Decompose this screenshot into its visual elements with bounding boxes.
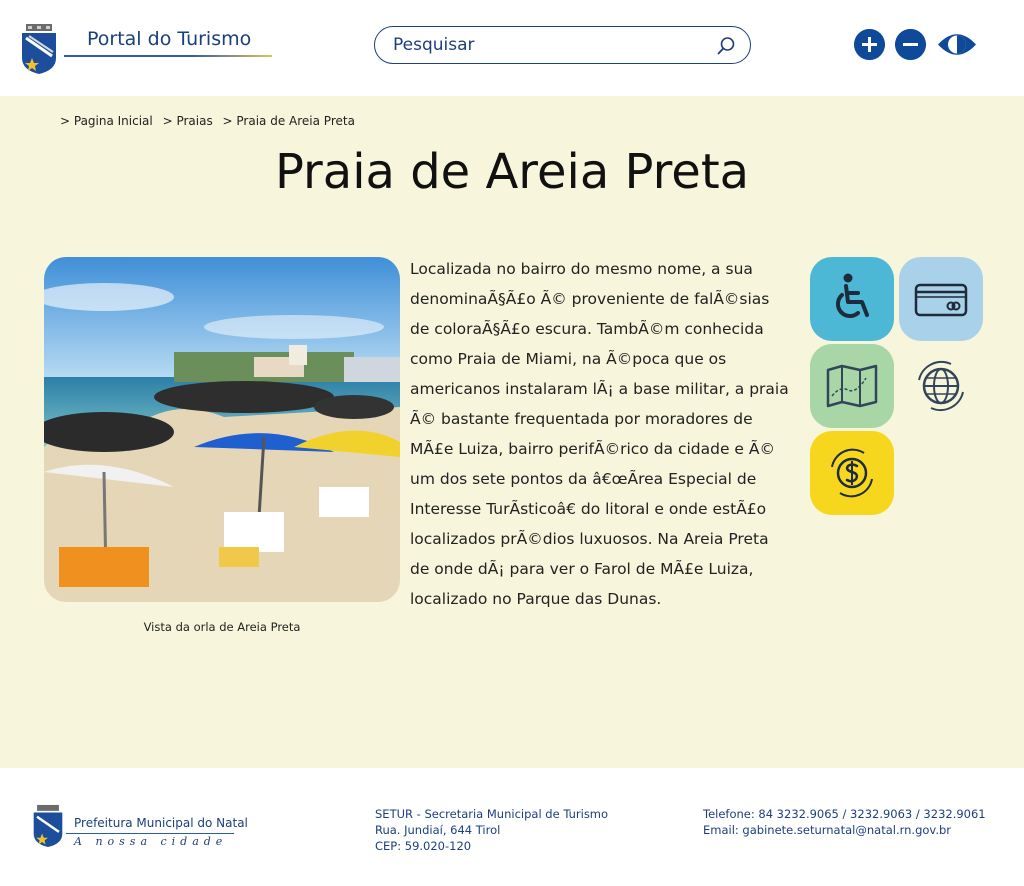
footer-address-line: Rua. Jundiaí, 644 Tirol	[375, 823, 501, 837]
footer-email[interactable]: Email: gabinete.seturnatal@natal.rn.gov.…	[703, 822, 986, 838]
description-line: MÃ£e Luiza, bairro perifÃ©rico da cidade…	[410, 440, 775, 458]
footer-org-name: Prefeitura Municipal do Natal	[74, 816, 248, 830]
city-crest-icon	[33, 804, 63, 848]
footer-address-line: CEP: 59.020-120	[375, 839, 472, 853]
description-line: denominaÃ§Ã£o Ã© proveniente de falÃ©sia…	[410, 290, 770, 308]
footer-contact: Telefone: 84 3232.9065 / 3232.9063 / 323…	[703, 806, 986, 838]
map-tile[interactable]	[810, 344, 894, 428]
search-input[interactable]	[393, 33, 703, 57]
site-header: Portal do Turismo	[0, 0, 1024, 96]
description-line: de coloraÃ§Ã£o escura. TambÃ©m conhecida	[410, 320, 764, 338]
site-footer: Prefeitura Municipal do Natal A nossa ci…	[0, 768, 1024, 886]
description-line: Ã© bastante frequentada por moradores de	[410, 410, 753, 428]
description-line: como Praia de Miami, na Ã©poca que os	[410, 350, 727, 368]
description-line: Localizada no bairro do mesmo nome, a su…	[410, 260, 753, 278]
globe-icon	[918, 360, 964, 412]
footer-logo-divider	[66, 833, 234, 834]
description-line: americanos instalaram lÃ¡ a base militar…	[410, 380, 789, 398]
description-line: de onde dÃ¡ para ver o Farol de MÃ£e Lui…	[410, 560, 754, 578]
contrast-eye-icon[interactable]	[937, 29, 977, 60]
currency-exchange-icon	[831, 448, 873, 498]
beach-description: Localizada no bairro do mesmo nome, a su…	[410, 254, 810, 614]
footer-address: SETUR - Secretaria Municipal de Turismo …	[375, 806, 608, 854]
payment-tile[interactable]	[899, 257, 983, 341]
image-caption: Vista da orla de Areia Preta	[143, 620, 301, 634]
accessibility-tile[interactable]	[810, 257, 894, 341]
footer-motto: A nossa cidade	[74, 835, 228, 848]
footer-logo[interactable]: Prefeitura Municipal do Natal A nossa ci…	[32, 804, 248, 854]
decrease-font-icon[interactable]	[895, 29, 926, 60]
breadcrumb-praias[interactable]: > Praias	[163, 114, 213, 128]
currency-tile[interactable]	[810, 431, 894, 515]
portal-title: Portal do Turismo	[87, 28, 252, 50]
breadcrumb-current: > Praia de Areia Preta	[222, 114, 355, 128]
description-line: um dos sete pontos da â€œÃrea Especial d…	[410, 470, 757, 488]
increase-font-icon[interactable]	[854, 29, 885, 60]
wheelchair-accessibility-icon	[835, 273, 869, 319]
language-tile[interactable]	[899, 344, 983, 428]
description-line: localizado no Parque das Dunas.	[410, 590, 662, 608]
portal-logo[interactable]: Portal do Turismo	[20, 24, 280, 76]
beach-photo	[44, 257, 400, 602]
main-content: > Pagina Inicial > Praias > Praia de Are…	[0, 96, 1024, 768]
description-line: localizados prÃ©dios luxuosos. Na Areia …	[410, 530, 769, 548]
description-line: Interesse TurÃsticoâ€ do litoral e onde …	[410, 500, 767, 518]
breadcrumb-home[interactable]: > Pagina Inicial	[60, 114, 153, 128]
breadcrumb: > Pagina Inicial > Praias > Praia de Are…	[60, 114, 361, 128]
credit-card-icon	[914, 283, 968, 317]
search-icon[interactable]	[716, 36, 736, 56]
portal-title-underline	[64, 55, 272, 57]
footer-phone[interactable]: Telefone: 84 3232.9065 / 3232.9063 / 323…	[703, 806, 986, 822]
footer-address-line: SETUR - Secretaria Municipal de Turismo	[375, 807, 609, 821]
page-title: Praia de Areia Preta	[274, 144, 750, 200]
search-box[interactable]	[374, 26, 751, 64]
city-crest-icon	[22, 24, 56, 74]
map-icon	[826, 364, 878, 408]
